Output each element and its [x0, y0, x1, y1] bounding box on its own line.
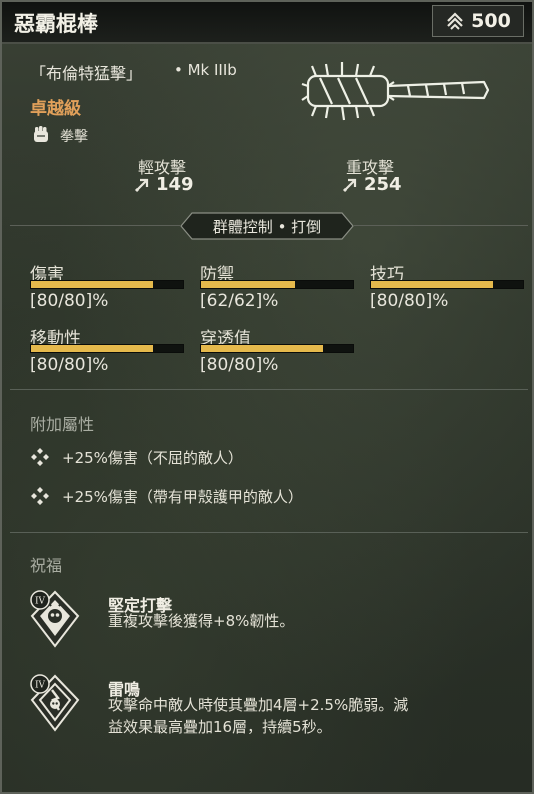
- heavy-attack-value: 254: [342, 174, 402, 195]
- stat-value-finesse: [80/80]%: [370, 291, 449, 311]
- blessing-tier-badge: IV: [35, 597, 46, 607]
- section-divider: [10, 532, 528, 533]
- skull-shield-blessing-icon: IV: [30, 590, 80, 648]
- thunder-skull-blessing-icon: IV: [30, 674, 80, 732]
- spiked-club-icon: [301, 62, 490, 121]
- blessing-desc-line: 益效果最高疊加16層，持續5秒。: [108, 718, 332, 736]
- weapon-title: 惡霸棍棒: [14, 12, 98, 36]
- attack-arrow-icon: [342, 178, 357, 192]
- section-divider: [10, 389, 528, 390]
- fist-icon: [34, 126, 48, 142]
- stat-bar-finesse: [370, 280, 524, 289]
- stat-value-damage: [80/80]%: [30, 291, 109, 311]
- stat-value-mobility: [80/80]%: [30, 355, 109, 375]
- tag-divider-right: [354, 225, 528, 226]
- stat-bar-fill: [31, 281, 153, 288]
- damage-type: 拳擊: [60, 129, 88, 145]
- attack-arrow-icon: [134, 178, 149, 192]
- stat-bar-mobility: [30, 344, 184, 353]
- weapon-subtitle: 「布倫特猛擊」: [30, 64, 143, 83]
- stat-value-defense: [62/62]%: [200, 291, 279, 311]
- stat-bar-fill: [371, 281, 493, 288]
- stat-bar-fill: [201, 345, 323, 352]
- blessing-desc-line: 攻擊命中敵人時使其疊加4層+2.5%脆弱。減: [108, 696, 409, 714]
- perks-heading: 附加屬性: [30, 415, 95, 434]
- stat-value-penetration: [80/80]%: [200, 355, 279, 375]
- tooltip-header: 惡霸棍棒 500: [2, 2, 532, 44]
- price-value: 500: [471, 10, 511, 32]
- diamond-cluster-icon: [31, 448, 49, 466]
- price-badge: 500: [432, 5, 524, 37]
- light-attack-value: 149: [134, 174, 194, 195]
- stat-bar-defense: [200, 280, 354, 289]
- special-action-tag: 群體控制 • 打倒: [180, 212, 354, 240]
- blessing-tier-badge: IV: [35, 681, 46, 691]
- blessing-description: 重複攻擊後獲得+8%韌性。: [108, 610, 468, 632]
- blessing-description: 攻擊命中敵人時使其疊加4層+2.5%脆弱。減 益效果最高疊加16層，持續5秒。: [108, 694, 468, 738]
- chevron-rank-icon: [447, 12, 463, 30]
- blessings-heading: 祝福: [30, 556, 63, 575]
- perk-text: +25%傷害（帶有甲殼護甲的敵人）: [62, 488, 303, 506]
- stat-bar-fill: [201, 281, 296, 288]
- weapon-tooltip-card: 惡霸棍棒 500 「布倫特猛擊」 • Mk IIIb 卓越級 拳擊 輕攻擊 14…: [0, 0, 534, 794]
- blessing-desc-line: 重複攻擊後獲得+8%韌性。: [108, 612, 295, 630]
- tag-divider-left: [10, 225, 180, 226]
- perk-text: +25%傷害（不屈的敵人）: [62, 449, 243, 467]
- heavy-attack-number: 254: [364, 174, 402, 195]
- weapon-mark: • Mk IIIb: [174, 61, 237, 79]
- special-action-text: 群體控制 • 打倒: [212, 217, 322, 236]
- light-attack-number: 149: [156, 174, 194, 195]
- stat-bar-fill: [31, 345, 153, 352]
- stat-bar-penetration: [200, 344, 354, 353]
- diamond-cluster-icon: [31, 487, 49, 505]
- stat-bar-damage: [30, 280, 184, 289]
- weapon-tier: 卓越級: [30, 99, 81, 119]
